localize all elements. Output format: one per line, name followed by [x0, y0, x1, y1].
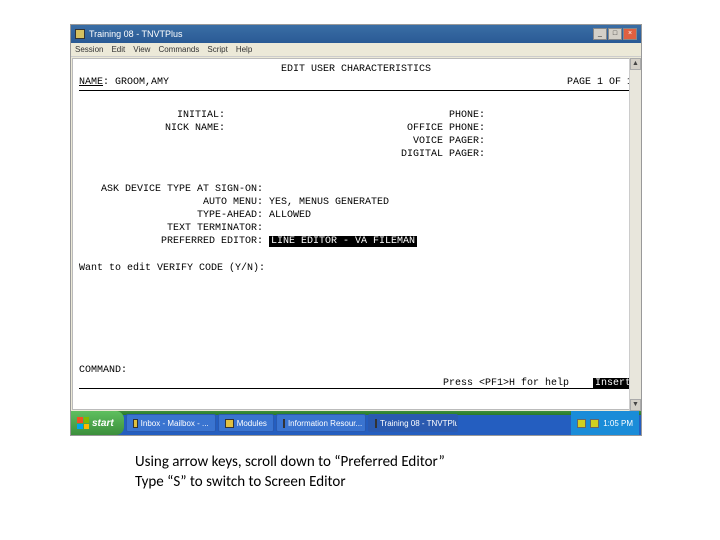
type-ahead-label: TYPE-AHEAD: — [79, 209, 269, 222]
folder-icon — [225, 419, 234, 428]
mail-icon — [133, 419, 138, 428]
ask-device-value[interactable] — [269, 183, 633, 196]
terminal-icon — [375, 419, 377, 428]
scroll-track[interactable] — [630, 70, 641, 399]
office-phone-value[interactable] — [489, 122, 529, 135]
name-value: GROOM,AMY — [115, 77, 169, 88]
app-icon — [283, 419, 285, 428]
clock: 1:05 PM — [603, 419, 633, 428]
app-icon — [75, 29, 85, 39]
screen-header: EDIT USER CHARACTERISTICS — [79, 63, 633, 76]
verify-code-prompt[interactable]: Want to edit VERIFY CODE (Y/N): — [79, 262, 633, 275]
voice-pager-label: VOICE PAGER: — [349, 135, 489, 148]
text-terminator-label: TEXT TERMINATOR: — [79, 222, 269, 235]
taskbar-item-inbox[interactable]: Inbox - Mailbox - ... — [126, 414, 216, 432]
help-hint: Press <PF1>H for help — [443, 378, 569, 389]
initial-label: INITIAL: — [79, 109, 229, 122]
caption-line-2: Type “S” to switch to Screen Editor — [135, 472, 445, 492]
start-button[interactable]: start — [71, 411, 124, 435]
command-label: COMMAND: — [79, 365, 127, 376]
vertical-scrollbar[interactable]: ▲ ▼ — [629, 58, 641, 411]
office-phone-label: OFFICE PHONE: — [349, 122, 489, 135]
taskbar-item-modules[interactable]: Modules — [218, 414, 274, 432]
scroll-down-button[interactable]: ▼ — [630, 399, 641, 411]
phone-label: PHONE: — [349, 109, 489, 122]
taskbar-item-tnvtplus[interactable]: Training 08 - TNVTPlus — [368, 414, 458, 432]
menu-edit[interactable]: Edit — [111, 45, 125, 54]
slide-caption: Using arrow keys, scroll down to “Prefer… — [135, 452, 445, 492]
auto-menu-value[interactable]: YES, MENUS GENERATED — [269, 196, 633, 209]
scroll-up-button[interactable]: ▲ — [630, 58, 641, 70]
tray-icon[interactable] — [590, 419, 599, 428]
type-ahead-value[interactable]: ALLOWED — [269, 209, 633, 222]
menu-session[interactable]: Session — [75, 45, 103, 54]
menu-view[interactable]: View — [133, 45, 150, 54]
maximize-button[interactable]: □ — [608, 28, 622, 40]
digital-pager-value[interactable] — [489, 148, 529, 161]
name-label: NAME — [79, 77, 103, 88]
taskbar-item-info[interactable]: Information Resour... — [276, 414, 366, 432]
digital-pager-label: DIGITAL PAGER: — [349, 148, 489, 161]
close-button[interactable]: × — [623, 28, 637, 40]
menu-help[interactable]: Help — [236, 45, 252, 54]
initial-value[interactable] — [229, 109, 349, 122]
menu-script[interactable]: Script — [207, 45, 227, 54]
terminal-area[interactable]: EDIT USER CHARACTERISTICS NAME: GROOM,AM… — [72, 58, 640, 410]
nickname-value[interactable] — [229, 122, 349, 135]
windows-logo-icon — [77, 417, 89, 429]
ask-device-label: ASK DEVICE TYPE AT SIGN-ON: — [79, 183, 269, 196]
preferred-editor-label: PREFERRED EDITOR: — [79, 235, 269, 248]
window-titlebar[interactable]: Training 08 - TNVTPlus _ □ × — [71, 25, 641, 43]
tray-icon[interactable] — [577, 419, 586, 428]
auto-menu-label: AUTO MENU: — [79, 196, 269, 209]
divider — [79, 90, 633, 91]
system-tray[interactable]: 1:05 PM — [571, 411, 639, 435]
text-terminator-value[interactable] — [269, 222, 633, 235]
page-indicator: PAGE 1 OF 1 — [567, 76, 633, 89]
nickname-label: NICK NAME: — [79, 122, 229, 135]
app-window: Training 08 - TNVTPlus _ □ × Session Edi… — [70, 24, 642, 436]
preferred-editor-value[interactable]: LINE EDITOR - VA FILEMAN — [269, 236, 417, 247]
caption-line-1: Using arrow keys, scroll down to “Prefer… — [135, 452, 445, 472]
windows-taskbar: start Inbox - Mailbox - ... Modules Info… — [71, 411, 641, 435]
start-label: start — [92, 418, 114, 429]
insert-mode-indicator: Insert — [593, 378, 633, 389]
menu-commands[interactable]: Commands — [158, 45, 199, 54]
menu-bar: Session Edit View Commands Script Help — [71, 43, 641, 57]
minimize-button[interactable]: _ — [593, 28, 607, 40]
phone-value[interactable] — [489, 109, 529, 122]
window-title: Training 08 - TNVTPlus — [89, 29, 589, 39]
voice-pager-value[interactable] — [489, 135, 529, 148]
